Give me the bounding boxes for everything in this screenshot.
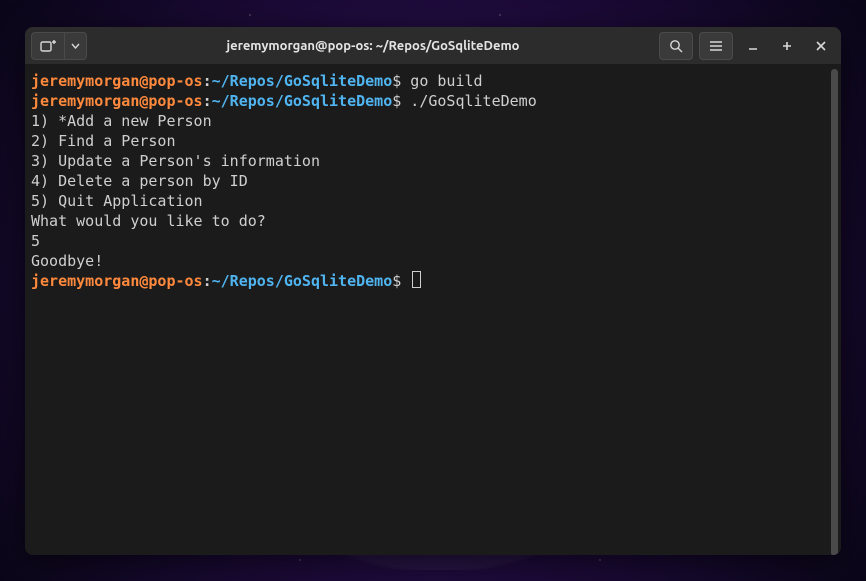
close-button[interactable] bbox=[807, 32, 835, 60]
titlebar-left-group bbox=[31, 32, 87, 60]
prompt-path: ~/Repos/GoSqliteDemo bbox=[212, 272, 393, 290]
prompt-sep: : bbox=[203, 272, 212, 290]
output-line: Goodbye! bbox=[31, 252, 103, 270]
output-line: What would you like to do? bbox=[31, 212, 266, 230]
command-line-1: go build bbox=[401, 72, 482, 90]
titlebar-right-group bbox=[659, 32, 835, 60]
prompt-symbol: $ bbox=[392, 272, 401, 290]
search-button[interactable] bbox=[659, 32, 693, 60]
prompt-symbol: $ bbox=[392, 72, 401, 90]
chevron-down-icon bbox=[71, 43, 80, 49]
terminal-window: jeremymorgan@pop-os: ~/Repos/GoSqliteDem… bbox=[25, 27, 841, 555]
close-icon bbox=[816, 41, 826, 51]
minimize-icon bbox=[748, 41, 758, 51]
prompt-symbol: $ bbox=[392, 92, 401, 110]
terminal-cursor bbox=[412, 271, 421, 288]
hamburger-icon bbox=[709, 40, 723, 52]
window-title: jeremymorgan@pop-os: ~/Repos/GoSqliteDem… bbox=[91, 39, 655, 53]
output-line: 5 bbox=[31, 232, 40, 250]
prompt-path: ~/Repos/GoSqliteDemo bbox=[212, 72, 393, 90]
search-icon bbox=[669, 39, 683, 53]
prompt-sep: : bbox=[203, 92, 212, 110]
terminal-output[interactable]: jeremymorgan@pop-os:~/Repos/GoSqliteDemo… bbox=[29, 69, 837, 293]
output-line: 1) *Add a new Person bbox=[31, 112, 212, 130]
titlebar: jeremymorgan@pop-os: ~/Repos/GoSqliteDem… bbox=[25, 27, 841, 65]
menu-button[interactable] bbox=[699, 32, 733, 60]
maximize-button[interactable] bbox=[773, 32, 801, 60]
scrollbar-thumb[interactable] bbox=[831, 69, 838, 555]
output-line: 5) Quit Application bbox=[31, 192, 203, 210]
new-tab-dropdown-button[interactable] bbox=[65, 32, 87, 60]
prompt-sep: : bbox=[203, 72, 212, 90]
prompt-path: ~/Repos/GoSqliteDemo bbox=[212, 92, 393, 110]
new-tab-icon bbox=[40, 39, 56, 53]
prompt-user-host: jeremymorgan@pop-os bbox=[31, 272, 203, 290]
prompt-user-host: jeremymorgan@pop-os bbox=[31, 72, 203, 90]
minimize-button[interactable] bbox=[739, 32, 767, 60]
new-tab-button[interactable] bbox=[31, 32, 65, 60]
output-line: 4) Delete a person by ID bbox=[31, 172, 248, 190]
maximize-icon bbox=[782, 41, 792, 51]
command-line-2: ./GoSqliteDemo bbox=[401, 92, 536, 110]
prompt-user-host: jeremymorgan@pop-os bbox=[31, 92, 203, 110]
output-line: 3) Update a Person's information bbox=[31, 152, 320, 170]
terminal-body[interactable]: jeremymorgan@pop-os:~/Repos/GoSqliteDemo… bbox=[25, 65, 841, 555]
output-line: 2) Find a Person bbox=[31, 132, 176, 150]
